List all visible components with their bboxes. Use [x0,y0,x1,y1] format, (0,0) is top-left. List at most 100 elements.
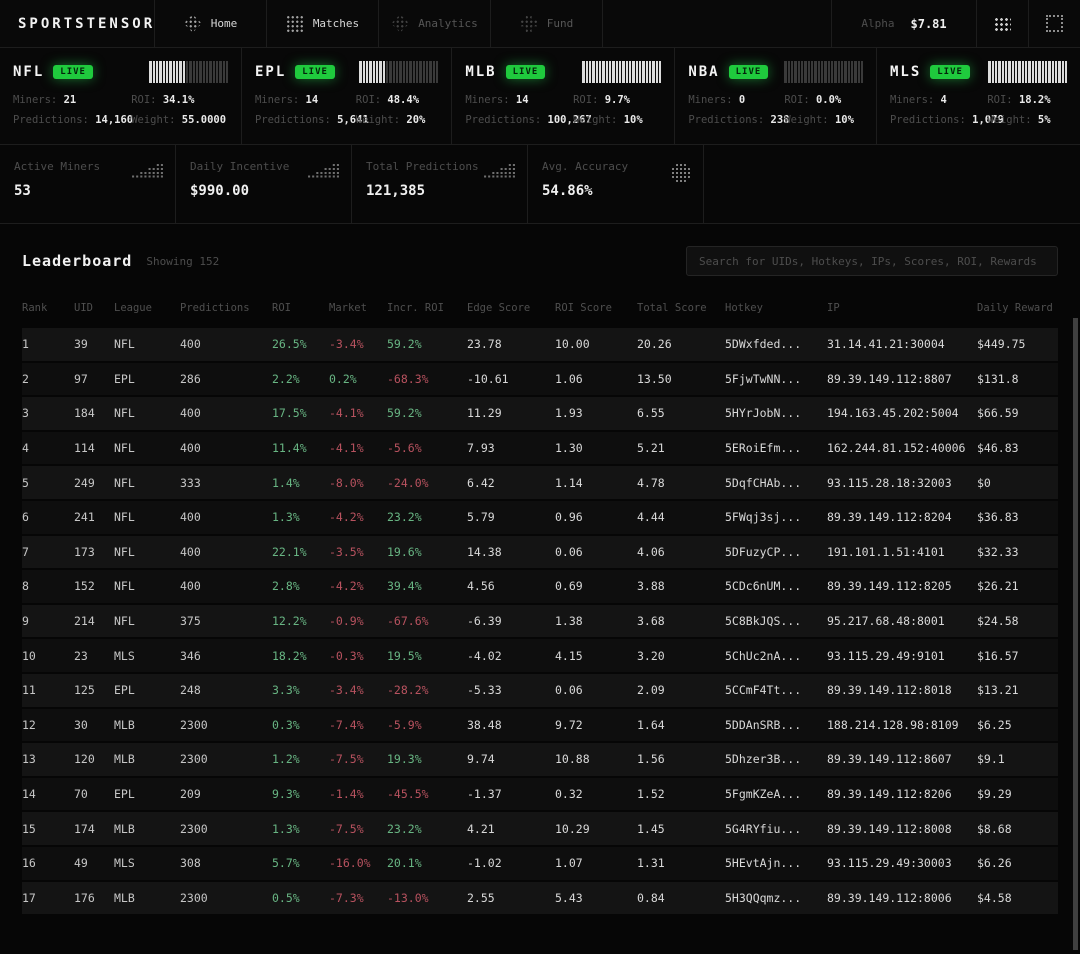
table-cell: 0.2% [329,372,387,386]
barcode-stripe [801,61,803,83]
barcode-stripe [629,61,631,83]
table-row[interactable]: 4114NFL40011.4%-4.1%-5.6%7.931.305.215ER… [22,432,1058,467]
table-cell: 89.39.149.112:8205 [827,579,977,593]
stat-value: 53 [14,183,161,199]
table-cell: $66.59 [977,406,1058,420]
table-cell: 15 [22,822,74,836]
table-cell: 4.78 [637,476,725,490]
table-cell: 89.39.149.112:8204 [827,510,977,524]
nav-item-analytics[interactable]: Analytics [379,0,491,47]
barcode-stripe [616,61,618,83]
table-row[interactable]: 3184NFL40017.5%-4.1%59.2%11.291.936.555H… [22,397,1058,432]
barcode-stripe [429,61,432,83]
table-cell: 2300 [180,822,272,836]
table-cell: 8 [22,579,74,593]
table-cell: 3 [22,406,74,420]
table-cell: $449.75 [977,337,1058,351]
predictions-stat: Predictions: 100,267 [465,114,573,126]
table-cell: 14 [22,787,74,801]
wallet-balance[interactable]: Alpha $7.81 [831,0,976,47]
league-card-stats: Miners: 4ROI: 18.2%Predictions: 1,079Wei… [890,94,1067,126]
table-row[interactable]: 13120MLB23001.2%-7.5%19.3%9.7410.881.565… [22,743,1058,778]
table-cell: $26.21 [977,579,1058,593]
table-row[interactable]: 7173NFL40022.1%-3.5%19.6%14.380.064.065D… [22,536,1058,571]
table-row[interactable]: 17176MLB23000.5%-7.3%-13.0%2.555.430.845… [22,882,1058,917]
table-row[interactable]: 139NFL40026.5%-3.4%59.2%23.7810.0020.265… [22,328,1058,363]
roi-stat-label: ROI: [784,94,816,106]
scrollbar-thumb[interactable] [1073,318,1078,950]
table-cell: -10.61 [467,372,555,386]
table-cell: 184 [74,406,114,420]
barcode-stripe [153,61,155,83]
barcode-stripe [636,61,638,83]
table-cell: 0.3% [272,718,329,732]
barcode-stripe [596,61,598,83]
barcode-stripe [798,61,800,83]
barcode-stripe [1015,61,1017,83]
table-cell: 3.68 [637,614,725,628]
nav-item-matches[interactable]: Matches [267,0,379,47]
table-cell: 89.39.149.112:8607 [827,752,977,766]
barcode-stripe [1028,61,1031,83]
nav-item-fund[interactable]: Fund [491,0,603,47]
table-cell: 5.7% [272,856,329,870]
column-header: Incr. ROI [387,302,467,314]
table-row[interactable]: 1470EPL2099.3%-1.4%-45.5%-1.370.321.525F… [22,778,1058,813]
league-name: MLS [890,64,921,80]
search-input[interactable] [686,246,1058,276]
stat-value: $990.00 [190,183,337,199]
barcode-stripe [193,61,195,83]
barcode-stripe [582,61,585,83]
league-card-top: NFLLIVE [13,61,228,83]
nav-item-home[interactable]: Home [155,0,267,47]
table-row[interactable]: 11125EPL2483.3%-3.4%-28.2%-5.330.062.095… [22,674,1058,709]
table-row[interactable]: 8152NFL4002.8%-4.2%39.4%4.560.693.885CDc… [22,570,1058,605]
table-cell: 173 [74,545,114,559]
target-icon [671,163,691,183]
table-row[interactable]: 297EPL2862.2%0.2%-68.3%-10.611.0613.505F… [22,363,1058,398]
barcode-stripe [176,61,178,83]
table-scrollbar[interactable] [1073,318,1078,950]
barcode-stripe [609,61,611,83]
table-cell: 5HEvtAjn... [725,856,827,870]
stat-label: Avg. Accuracy [542,160,689,173]
table-cell: $16.57 [977,649,1058,663]
table-cell: 89.39.149.112:8206 [827,787,977,801]
roi-stat: ROI: 0.0% [784,94,863,106]
table-row[interactable]: 15174MLB23001.3%-7.5%23.2%4.2110.291.455… [22,812,1058,847]
barcode-stripe [619,61,621,83]
table-row[interactable]: 6241NFL4001.3%-4.2%23.2%5.790.964.445FWq… [22,501,1058,536]
weight-stat-label: Weight: [784,114,835,126]
weight-stat: Weight: 20% [356,114,439,126]
weight-stat-label: Weight: [573,114,624,126]
leaderboard-table: RankUIDLeaguePredictionsROIMarketIncr. R… [0,292,1080,916]
apps-menu-button[interactable] [976,0,1028,47]
fullscreen-button[interactable] [1028,0,1080,47]
table-cell: 1.2% [272,752,329,766]
leaderboard-header: Leaderboard Showing 152 [0,224,1080,292]
barcode-stripe [403,61,405,83]
barcode-stripe [854,61,857,83]
predictions-stat-label: Predictions: [13,114,95,126]
table-cell: $6.26 [977,856,1058,870]
table-row[interactable]: 1230MLB23000.3%-7.4%-5.9%38.489.721.645D… [22,709,1058,744]
table-cell: 9.72 [555,718,637,732]
barcode-stripe [359,61,362,83]
predictions-stat: Predictions: 1,079 [890,114,987,126]
table-cell: 93.115.29.49:30003 [827,856,977,870]
barcode-stripe [602,61,605,83]
roi-stat-label: ROI: [131,94,163,106]
table-cell: -4.1% [329,406,387,420]
table-row[interactable]: 1023MLS34618.2%-0.3%19.5%-4.024.153.205C… [22,639,1058,674]
table-cell: 1.31 [637,856,725,870]
barcode-stripe [396,61,398,83]
table-cell: 38.48 [467,718,555,732]
table-row[interactable]: 5249NFL3331.4%-8.0%-24.0%6.421.144.785Dq… [22,466,1058,501]
weight-stat: Weight: 10% [784,114,863,126]
table-row[interactable]: 9214NFL37512.2%-0.9%-67.6%-6.391.383.685… [22,605,1058,640]
column-header: Rank [22,302,74,314]
table-cell: 1.14 [555,476,637,490]
table-cell: 19.5% [387,649,467,663]
table-row[interactable]: 1649MLS3085.7%-16.0%20.1%-1.021.071.315H… [22,847,1058,882]
table-cell: 23.2% [387,822,467,836]
